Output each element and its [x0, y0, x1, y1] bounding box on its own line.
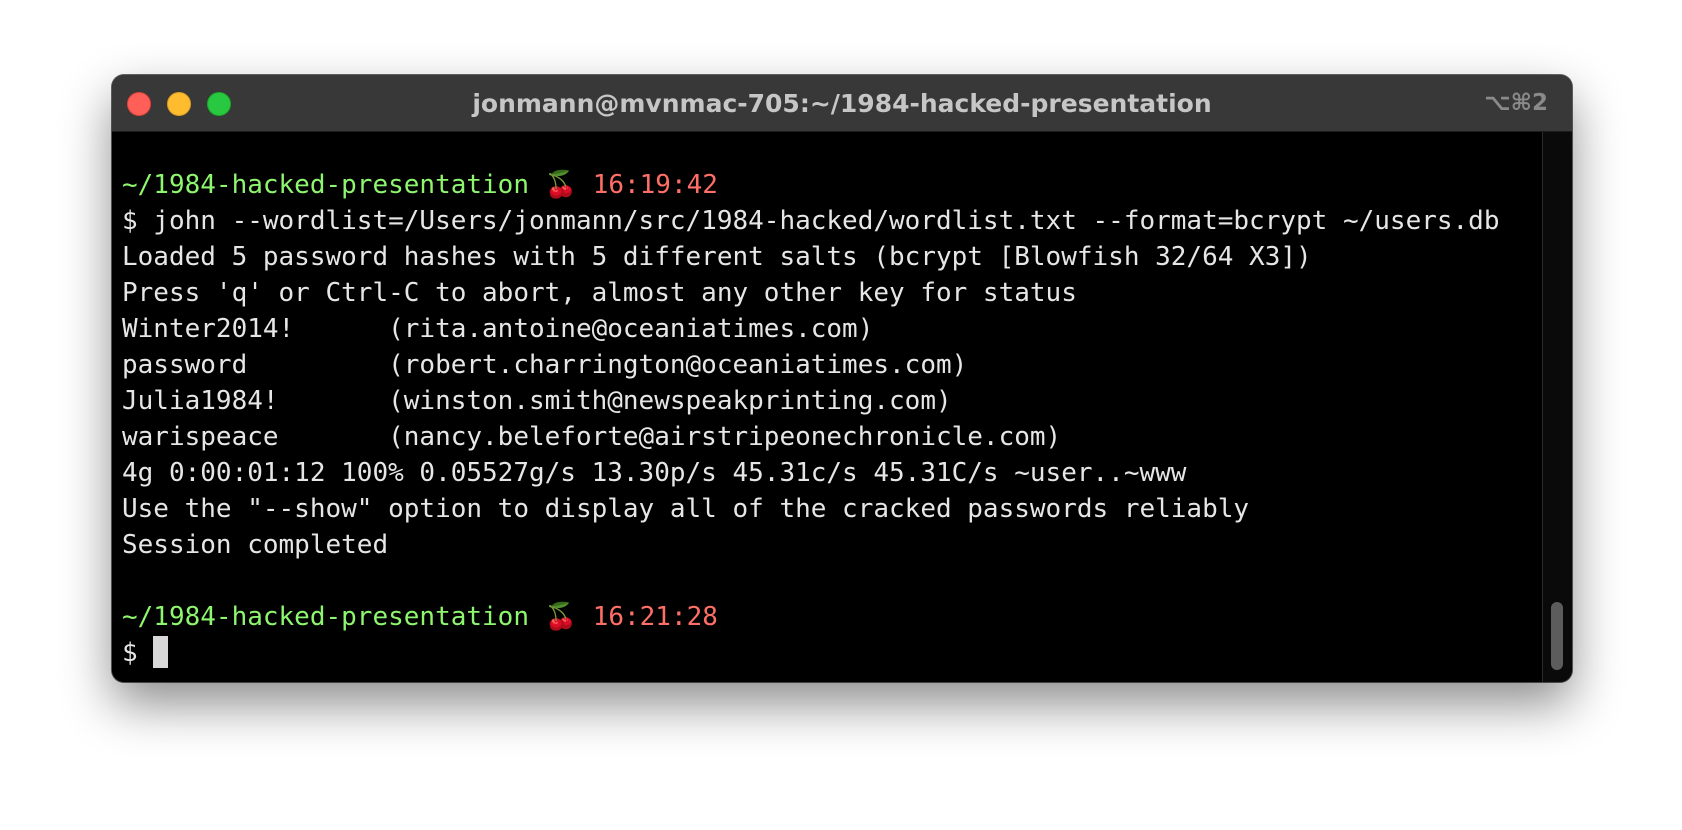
- output-line: Press 'q' or Ctrl-C to abort, almost any…: [122, 278, 1077, 308]
- output-line: Session completed: [122, 530, 389, 560]
- command-line: $ john --wordlist=/Users/jonmann/src/198…: [122, 206, 1500, 236]
- output-line: Loaded 5 password hashes with 5 differen…: [122, 242, 1312, 272]
- prompt-path: ~/1984-hacked-presentation: [122, 602, 529, 632]
- window-shortcut-label: ⌥⌘2: [1484, 90, 1548, 116]
- output-line: password (robert.charrington@oceaniatime…: [122, 350, 968, 380]
- output-line: warispeace (nancy.beleforte@airstripeone…: [122, 422, 1062, 452]
- scrollbar-track[interactable]: [1542, 132, 1572, 682]
- cherry-icon: 🍒: [544, 170, 578, 200]
- terminal-window: jonmann@mvnmac-705:~/1984-hacked-present…: [112, 75, 1572, 682]
- title-bar[interactable]: jonmann@mvnmac-705:~/1984-hacked-present…: [112, 75, 1572, 132]
- text-cursor: [153, 636, 169, 668]
- window-title: jonmann@mvnmac-705:~/1984-hacked-present…: [472, 89, 1212, 118]
- scrollbar-thumb[interactable]: [1551, 602, 1563, 670]
- output-line: Use the "--show" option to display all o…: [122, 494, 1250, 524]
- output-line: 4g 0:00:01:12 100% 0.05527g/s 13.30p/s 4…: [122, 458, 1187, 488]
- cherry-icon: 🍒: [544, 602, 578, 632]
- prompt-time: 16:21:28: [592, 602, 718, 632]
- prompt-path: ~/1984-hacked-presentation: [122, 170, 529, 200]
- prompt-time: 16:19:42: [592, 170, 718, 200]
- output-line: Julia1984! (winston.smith@newspeakprinti…: [122, 386, 952, 416]
- terminal-content[interactable]: ~/1984-hacked-presentation 🍒 16:19:42 $ …: [112, 132, 1542, 682]
- input-prompt-symbol: $: [122, 638, 138, 668]
- input-line[interactable]: $: [122, 635, 169, 671]
- prompt-line: ~/1984-hacked-presentation 🍒 16:19:42: [122, 167, 718, 203]
- prompt-line: ~/1984-hacked-presentation 🍒 16:21:28: [122, 599, 718, 635]
- output-line: Winter2014! (rita.antoine@oceaniatimes.c…: [122, 314, 874, 344]
